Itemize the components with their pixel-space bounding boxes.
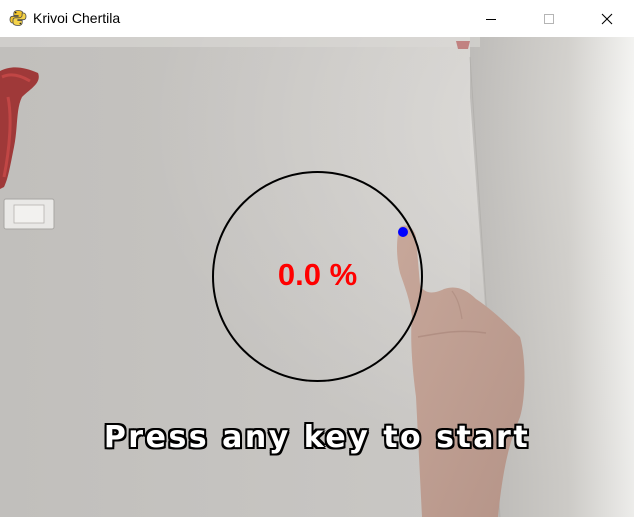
start-prompt: Press any key to start <box>103 420 531 455</box>
camera-feed[interactable]: 0.0 % Press any key to start <box>0 37 634 517</box>
close-icon <box>601 13 613 24</box>
fingertip-cursor <box>398 227 408 237</box>
minimize-button[interactable] <box>468 0 514 37</box>
maximize-icon <box>544 13 554 24</box>
close-button[interactable] <box>584 0 630 37</box>
app-window: Krivoi Chertila 0.0 % Press any key to s… <box>0 0 634 517</box>
minimize-icon <box>486 18 496 20</box>
title-bar[interactable]: Krivoi Chertila <box>0 0 634 37</box>
python-snake-icon <box>9 10 27 26</box>
window-title: Krivoi Chertila <box>33 10 121 26</box>
progress-percentage: 0.0 % <box>277 257 358 292</box>
maximize-button[interactable] <box>526 0 572 37</box>
